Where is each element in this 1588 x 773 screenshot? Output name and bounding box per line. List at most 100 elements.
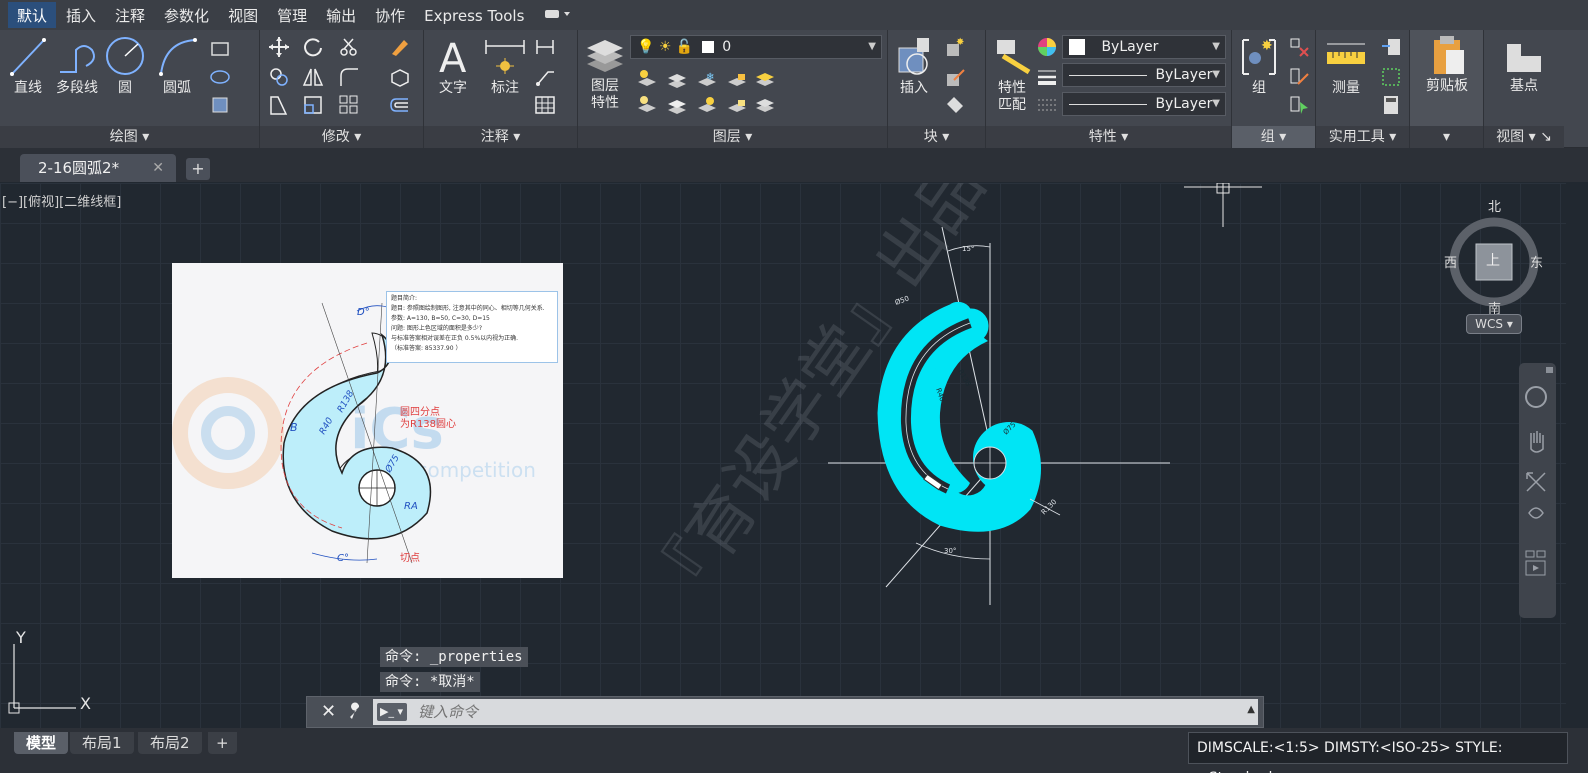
command-prompt-icon[interactable]: ▶_ ▾ (377, 703, 407, 721)
drawing-canvas[interactable]: [−][俯视][二维线框] 『育设学堂』出品 TiCs D design com… (0, 183, 1566, 728)
calculator-icon[interactable] (1380, 94, 1402, 116)
add-layout-button[interactable]: + (208, 732, 237, 754)
select-all-icon[interactable] (1380, 66, 1402, 88)
cad-drawing[interactable]: 15° 30° Ø50 R138 R40 Ø75 R130 (820, 213, 1180, 613)
document-tab[interactable]: 2-16圆弧2* ✕ (20, 154, 176, 182)
menu-collaborate[interactable]: 协作 (366, 2, 414, 28)
group-select-icon[interactable] (1288, 94, 1310, 116)
layer-lock-icon[interactable] (726, 68, 748, 90)
layer-freeze-icon[interactable]: ❄ (696, 68, 718, 90)
match-properties-tool[interactable]: 特性 匹配 (988, 34, 1036, 114)
menu-insert[interactable]: 插入 (57, 2, 105, 28)
menu-view[interactable]: 视图 (219, 2, 267, 28)
wcs-dropdown[interactable]: WCS ▾ (1466, 314, 1522, 334)
new-tab-button[interactable]: + (186, 158, 210, 180)
compass-west[interactable]: 西 (1444, 252, 1457, 271)
move-icon[interactable] (268, 36, 290, 58)
utilities-panel-title[interactable]: 实用工具 ▾ (1316, 126, 1409, 148)
ribbon-toggle-icon[interactable] (544, 8, 572, 23)
color-dropdown[interactable]: ByLayer ▼ (1062, 35, 1226, 59)
measure-tool[interactable]: 测量 (1320, 34, 1372, 97)
text-tool[interactable]: A 文字 (432, 34, 474, 97)
menu-express-tools[interactable]: Express Tools (415, 4, 533, 27)
layer-off-icon[interactable] (636, 68, 658, 90)
table-icon[interactable] (534, 94, 556, 116)
menu-parametric[interactable]: 参数化 (155, 2, 218, 28)
menu-manage[interactable]: 管理 (268, 2, 316, 28)
linetype-dropdown[interactable]: ByLayer ▼ (1062, 63, 1226, 87)
layer-walk-icon[interactable] (754, 94, 776, 116)
close-tab-icon[interactable]: ✕ (152, 154, 164, 182)
block-attribute-icon[interactable] (944, 94, 966, 116)
offset-icon[interactable] (388, 94, 410, 116)
wrench-icon[interactable] (347, 702, 365, 724)
layer-unlock-icon[interactable] (726, 94, 748, 116)
lineweight-dropdown[interactable]: ByLayer ▼ (1062, 92, 1226, 116)
explode-icon[interactable] (388, 66, 410, 88)
lineweight-icon[interactable] (1036, 66, 1058, 88)
annotation-panel-title[interactable]: 注释 ▾ (424, 126, 577, 148)
clipboard-panel-title[interactable]: ▾ (1410, 126, 1483, 148)
command-input[interactable] (373, 699, 1258, 725)
ellipse-icon[interactable] (210, 66, 232, 88)
paste-tool[interactable]: 剪贴板 (1416, 34, 1478, 95)
layer-dropdown[interactable]: 💡 ☀ 🔓 0 ▼ (630, 35, 882, 59)
compass-east[interactable]: 东 (1530, 252, 1543, 271)
layers-panel-title[interactable]: 图层 ▾ (578, 126, 887, 148)
tab-model[interactable]: 模型 (14, 732, 69, 754)
hatch-icon[interactable] (210, 94, 232, 116)
block-panel-title[interactable]: 块 ▾ (888, 126, 985, 148)
dimension-tool[interactable]: 标注 (482, 34, 528, 97)
view-panel-title[interactable]: 视图 ▾ ↘ (1484, 126, 1564, 148)
close-command-icon[interactable]: ✕ (321, 701, 336, 722)
base-point-tool[interactable]: 基点 (1494, 34, 1554, 95)
viewcube-top-face[interactable]: 上 (1486, 250, 1500, 270)
layer-on-icon[interactable] (636, 94, 658, 116)
menu-default[interactable]: 默认 (8, 2, 57, 28)
scale-icon[interactable] (302, 94, 324, 116)
properties-panel-title[interactable]: 特性 ▾ (986, 126, 1231, 148)
ungroup-icon[interactable] (1288, 36, 1310, 58)
erase-icon[interactable] (388, 36, 410, 58)
create-block-icon[interactable]: ✸ (944, 36, 966, 58)
layer-match-icon[interactable] (754, 68, 776, 90)
draw-panel-title[interactable]: 绘图 ▾ (0, 126, 259, 148)
array-icon[interactable] (338, 94, 360, 116)
viewcube[interactable]: 北 南 西 东 上 (1440, 196, 1550, 317)
circle-tool[interactable]: 圆 (104, 34, 146, 97)
reference-image[interactable]: TiCs D design competition D° B C° RA R13… (172, 263, 563, 578)
modify-panel-title[interactable]: 修改 ▾ (260, 126, 423, 148)
menu-annotate[interactable]: 注释 (106, 2, 154, 28)
compass-north[interactable]: 北 (1488, 196, 1501, 215)
insert-block-tool[interactable]: 插入 (890, 34, 938, 97)
leader-icon[interactable] (534, 66, 556, 88)
stretch-icon[interactable] (268, 94, 290, 116)
arc-tool[interactable]: 圆弧 (154, 34, 200, 97)
copy-icon[interactable] (268, 66, 290, 88)
color-wheel-icon[interactable] (1036, 36, 1058, 58)
layer-isolate-icon[interactable] (666, 68, 688, 90)
transparency-icon[interactable] (1036, 94, 1058, 116)
layer-unisolate-icon[interactable] (666, 94, 688, 116)
group-tool[interactable]: ✸ 组 (1236, 34, 1282, 97)
mirror-icon[interactable] (302, 66, 324, 88)
polyline-tool[interactable]: 多段线 (52, 34, 102, 97)
tab-layout1[interactable]: 布局1 (70, 732, 134, 754)
edit-block-icon[interactable] (944, 66, 966, 88)
layer-thaw-icon[interactable] (696, 94, 718, 116)
viewport-controls[interactable]: [−][俯视][二维线框] (2, 191, 121, 210)
trim-icon[interactable] (338, 36, 360, 58)
tab-layout2[interactable]: 布局2 (138, 732, 202, 754)
rotate-icon[interactable] (302, 36, 324, 58)
quick-select-icon[interactable] (1380, 36, 1402, 58)
menu-output[interactable]: 输出 (317, 2, 365, 28)
group-edit-icon[interactable] (1288, 66, 1310, 88)
linear-dim-icon[interactable] (534, 36, 556, 58)
line-tool[interactable]: 直线 (6, 34, 50, 97)
ucs-icon[interactable]: Y X (6, 628, 106, 722)
expand-history-icon[interactable]: ▲ (1247, 704, 1255, 715)
fillet-icon[interactable] (338, 66, 360, 88)
rectangle-icon[interactable] (210, 38, 232, 60)
layer-properties-tool[interactable]: 图层 特性 (582, 34, 628, 112)
groups-panel-title[interactable]: 组 ▾ (1232, 126, 1315, 148)
